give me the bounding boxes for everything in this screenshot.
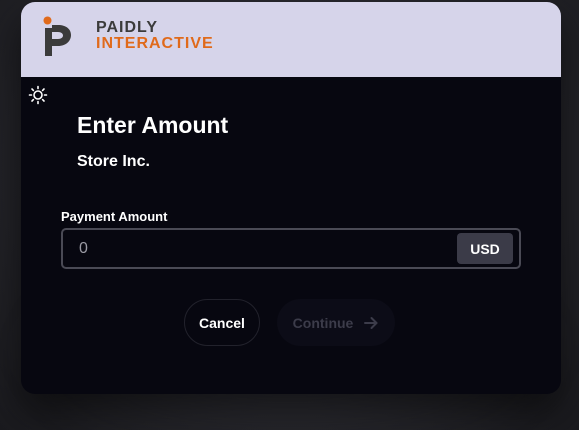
- continue-button-label: Continue: [292, 314, 354, 331]
- merchant-name: Store Inc.: [77, 153, 150, 170]
- payment-amount-label: Payment Amount: [61, 209, 168, 224]
- sun-icon: [28, 85, 48, 105]
- payment-dialog: PAIDLY INTERACTIVE Enter Amount Store In…: [21, 2, 561, 394]
- brand-name-line2: INTERACTIVE: [96, 35, 214, 52]
- brand-name-line1: PAIDLY: [96, 19, 159, 36]
- brand-header: PAIDLY INTERACTIVE: [21, 2, 561, 77]
- arrow-right-icon: [364, 316, 378, 329]
- continue-button[interactable]: Continue: [277, 299, 395, 346]
- currency-badge: USD: [457, 233, 513, 264]
- payment-amount-input[interactable]: [63, 230, 459, 267]
- brand-wordmark: PAIDLY INTERACTIVE: [96, 20, 214, 52]
- theme-toggle-button[interactable]: [28, 85, 48, 105]
- cancel-button[interactable]: Cancel: [184, 299, 260, 346]
- payment-amount-field: USD: [61, 228, 521, 269]
- page-title: Enter Amount: [77, 112, 229, 138]
- paidly-logo-icon: [43, 16, 71, 56]
